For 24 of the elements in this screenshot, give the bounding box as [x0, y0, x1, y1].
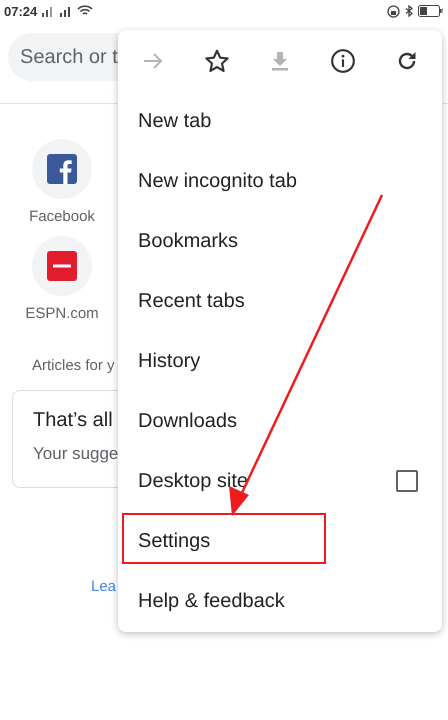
menu-item[interactable]: Desktop site	[138, 470, 396, 492]
card-title: That’s all	[33, 409, 113, 432]
star-icon[interactable]	[204, 48, 230, 74]
card-text: Your sugge	[33, 444, 118, 464]
menu-item[interactable]: Downloads	[118, 391, 442, 451]
section-heading: Articles for y	[32, 357, 115, 374]
shortcut-label: ESPN.com	[25, 305, 99, 322]
menu-item[interactable]: Recent tabs	[118, 271, 442, 331]
menu-item[interactable]: Help & feedback	[118, 571, 442, 631]
bluetooth-icon	[404, 4, 414, 18]
status-time: 07:24	[4, 4, 38, 18]
wifi-icon	[77, 5, 94, 17]
info-icon[interactable]	[330, 48, 356, 74]
menu-item[interactable]: History	[118, 331, 442, 391]
menu-item[interactable]: New incognito tab	[118, 151, 442, 211]
espn-logo-icon	[47, 251, 77, 281]
learn-link[interactable]: Lea	[91, 578, 116, 595]
menu-item[interactable]: Bookmarks	[118, 211, 442, 271]
facebook-logo-icon	[47, 154, 77, 184]
checkbox[interactable]	[396, 470, 418, 492]
battery-icon	[418, 5, 444, 17]
menu-item[interactable]: New tab	[118, 91, 442, 151]
menu-item[interactable]: Settings	[118, 511, 442, 571]
shortcut-label: Facebook	[29, 208, 95, 225]
